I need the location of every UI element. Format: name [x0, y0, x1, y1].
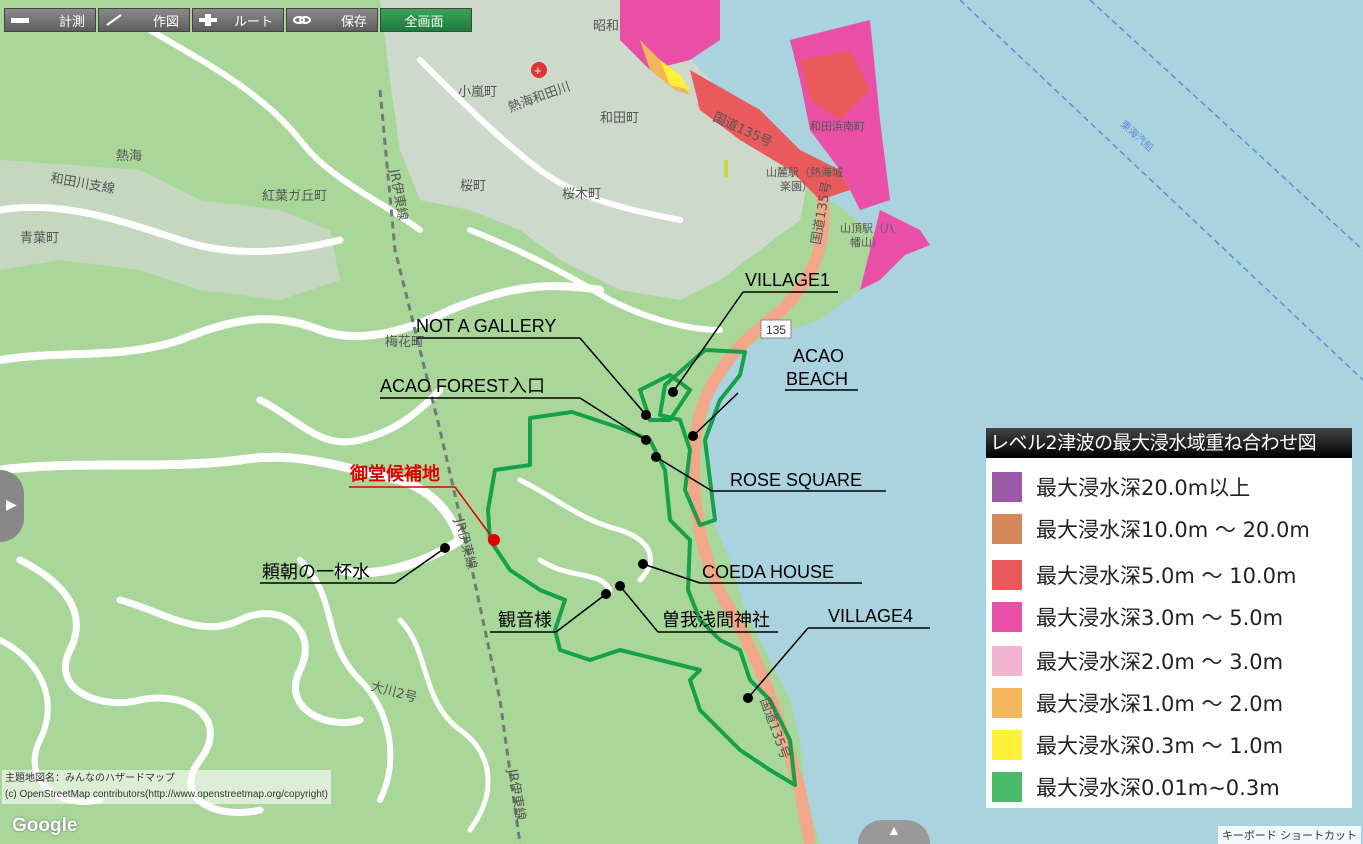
legend-label: 最大浸水深3.0m ～ 5.0m: [1036, 606, 1284, 630]
save-button[interactable]: 保存: [286, 8, 378, 32]
acao-forest-label: ACAO FOREST入口: [380, 376, 545, 396]
legend-swatch: [992, 602, 1022, 632]
label-showa: 昭和: [593, 19, 619, 34]
fullscreen-button[interactable]: 全画面: [380, 8, 472, 32]
bottom-panel-toggle[interactable]: ▲: [858, 820, 930, 844]
village1-label: VILLAGE1: [745, 270, 830, 290]
label-sancho-b: 幡山）: [850, 235, 883, 249]
measure-label: 計測: [58, 14, 85, 30]
label-aobacho: 青葉町: [20, 231, 59, 246]
rose-square-label: ROSE SQUARE: [730, 470, 862, 490]
hospital-cross: +: [534, 63, 542, 78]
draw-label: 作図: [152, 14, 179, 30]
legend-row: 最大浸水深0.01m~0.3m: [986, 766, 1280, 808]
legend-swatch: [992, 730, 1022, 760]
link-icon: [293, 16, 311, 24]
legend-swatch: [992, 560, 1022, 590]
rose-square-marker: [651, 452, 661, 462]
yoritomo-marker: [440, 543, 450, 553]
kannon-marker: [601, 589, 611, 599]
draw-button[interactable]: 作図: [98, 8, 190, 32]
route-icon: [199, 14, 217, 26]
candidate-label: 御堂候補地: [349, 463, 440, 484]
legend-row: 最大浸水深3.0m ～ 5.0m: [986, 596, 1283, 638]
legend-row: 最大浸水深1.0m ～ 2.0m: [986, 682, 1283, 724]
label-sakuramachi: 桜町: [460, 179, 486, 194]
legend-row: 最大浸水深2.0m ～ 3.0m: [986, 640, 1283, 682]
save-label: 保存: [340, 14, 367, 30]
soga-marker: [615, 581, 625, 591]
coeda-house-marker: [638, 559, 648, 569]
chevron-up-icon: ▲: [887, 822, 901, 838]
attribution-line-1: 主題地図名：みんなのハザードマップ: [5, 773, 175, 784]
chevron-right-icon: ▶: [6, 496, 17, 512]
candidate-marker[interactable]: [488, 534, 500, 546]
legend-swatch: [992, 646, 1022, 676]
coeda-house-label: COEDA HOUSE: [702, 562, 834, 582]
label-sakuragicho: 桜木町: [562, 187, 601, 202]
village4-label: VILLAGE4: [828, 606, 913, 626]
acao-beach-label-1: ACAO: [793, 346, 844, 366]
acao-forest-marker: [641, 435, 651, 445]
village1-marker: [668, 387, 678, 397]
tsunami-legend: レベル2津波の最大浸水域重ね合わせ図 最大浸水深20.0m以上 最大浸水深10.…: [986, 428, 1352, 808]
legend-label: 最大浸水深10.0m ～ 20.0m: [1036, 518, 1310, 542]
legend-swatch: [992, 772, 1022, 802]
label-atami: 熱海: [116, 149, 142, 164]
legend-swatch: [992, 688, 1022, 718]
ruler-icon: [11, 18, 29, 23]
legend-row: 最大浸水深20.0m以上: [986, 466, 1250, 508]
soga-label: 曽我浅間神社: [662, 610, 770, 630]
legend-label: 最大浸水深5.0m ～ 10.0m: [1036, 564, 1297, 588]
label-kozakicho: 小嵐町: [458, 85, 497, 100]
legend-swatch: [992, 514, 1022, 544]
label-wadahama: 和田浜南町: [810, 120, 865, 133]
label-wadacho: 和田町: [600, 111, 639, 126]
legend-title: レベル2津波の最大浸水域重ね合わせ図: [986, 428, 1352, 458]
route-shield-label: 135: [766, 323, 786, 337]
legend-label: 最大浸水深20.0m以上: [1036, 476, 1251, 500]
yoritomo-label: 頼朝の一杯水: [262, 562, 370, 582]
label-sanroku-b: 楽園）: [780, 180, 813, 193]
fullscreen-label: 全画面: [404, 14, 444, 30]
not-a-gallery-label: NOT A GALLERY: [416, 316, 556, 336]
legend-row: 最大浸水深0.3m ～ 1.0m: [986, 724, 1283, 766]
not-a-gallery-marker: [641, 410, 651, 420]
legend-label: 最大浸水深0.01m~0.3m: [1036, 776, 1280, 800]
acao-beach-label-2: BEACH: [786, 369, 848, 389]
label-sancho: 山頂駅（八: [840, 222, 895, 235]
legend-swatch: [992, 472, 1022, 502]
keyboard-shortcuts-link[interactable]: キーボード ショートカット: [1217, 826, 1361, 844]
measure-button[interactable]: 計測: [4, 8, 96, 32]
legend-label: 最大浸水深0.3m ～ 1.0m: [1036, 734, 1284, 758]
label-koyogaoka: 紅葉ガ丘町: [262, 189, 327, 204]
village4-marker: [743, 693, 753, 703]
legend-label: 最大浸水深2.0m ～ 3.0m: [1036, 650, 1284, 674]
attribution-line-2[interactable]: (c) OpenStreetMap contributors(http://ww…: [5, 787, 328, 803]
label-baikacho: 梅花町: [385, 334, 424, 350]
google-logo: Google: [12, 815, 78, 836]
kannon-label: 観音様: [498, 610, 552, 630]
legend-row: 最大浸水深10.0m ～ 20.0m: [986, 508, 1310, 550]
route-label: ルート: [233, 14, 273, 30]
label-sanroku: 山麓駅（熱海城: [766, 165, 843, 179]
legend-row: 最大浸水深5.0m ～ 10.0m: [986, 554, 1296, 596]
map-attribution: 主題地図名：みんなのハザードマップ (c) OpenStreetMap cont…: [2, 770, 331, 804]
pencil-icon: [106, 14, 122, 26]
route-button[interactable]: ルート: [192, 8, 284, 32]
map-toolbar: 計測 作図 ルート 保存 全画面: [4, 8, 472, 32]
acao-beach-marker: [688, 431, 698, 441]
legend-label: 最大浸水深1.0m ～ 2.0m: [1036, 692, 1284, 716]
